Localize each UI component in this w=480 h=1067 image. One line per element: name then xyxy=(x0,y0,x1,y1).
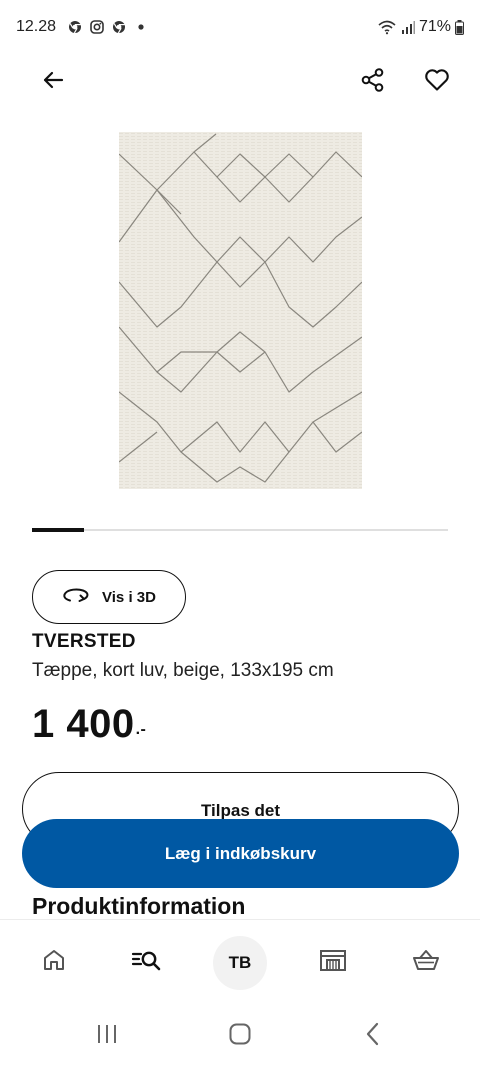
status-right: 71% xyxy=(377,18,464,36)
home-button-icon xyxy=(228,1022,252,1051)
chrome-icon xyxy=(67,20,82,35)
image-carousel-progress xyxy=(32,528,448,532)
instagram-icon xyxy=(89,20,104,35)
carousel-progress-fill xyxy=(32,528,84,532)
rug-image xyxy=(119,132,362,489)
nav-profile[interactable]: TB xyxy=(212,935,268,991)
system-navigation-bar xyxy=(0,1005,480,1067)
basket-icon xyxy=(411,947,441,978)
product-description: Tæppe, kort luv, beige, 133x195 cm xyxy=(32,660,334,681)
status-left: 12.28 xyxy=(16,18,148,36)
nav-stores[interactable] xyxy=(305,935,361,991)
status-bar: 12.28 71% xyxy=(0,0,480,54)
share-button[interactable] xyxy=(349,56,397,108)
product-price: 1 400.- xyxy=(32,700,146,748)
price-main: 1 400 xyxy=(32,702,135,746)
top-app-bar xyxy=(0,56,480,108)
price-decimal: .- xyxy=(135,721,147,738)
notification-dot-icon xyxy=(133,20,148,35)
back-system-button[interactable] xyxy=(343,1011,403,1061)
home-icon xyxy=(41,947,67,978)
rotate-3d-icon xyxy=(62,584,90,610)
bottom-navigation: TB xyxy=(0,919,480,1005)
heart-icon xyxy=(424,68,450,97)
store-icon xyxy=(318,947,348,978)
product-name: TVERSTED xyxy=(32,631,136,652)
search-icon xyxy=(131,947,163,978)
battery-icon xyxy=(455,19,464,35)
avatar: TB xyxy=(212,935,267,990)
avatar-initials: TB xyxy=(228,952,252,972)
product-image[interactable] xyxy=(119,132,362,489)
recent-apps-icon xyxy=(95,1023,119,1050)
home-system-button[interactable] xyxy=(210,1011,270,1061)
signal-icon xyxy=(401,20,415,35)
nav-home[interactable] xyxy=(26,935,82,991)
view-3d-label: Vis i 3D xyxy=(102,588,156,606)
back-button[interactable] xyxy=(29,56,77,108)
add-to-cart-label: Læg i indkøbskurv xyxy=(164,843,317,863)
recent-apps-button[interactable] xyxy=(77,1011,137,1061)
chrome-icon xyxy=(111,20,126,35)
product-info-heading[interactable]: Produktinformation xyxy=(32,893,245,920)
wifi-icon xyxy=(377,20,397,35)
battery-percent: 71% xyxy=(418,18,451,35)
back-icon xyxy=(365,1021,381,1052)
status-time: 12.28 xyxy=(16,18,57,35)
add-to-cart-button[interactable]: Læg i indkøbskurv xyxy=(22,819,459,888)
view-3d-button[interactable]: Vis i 3D xyxy=(32,570,186,624)
nav-basket[interactable] xyxy=(398,935,454,991)
nav-search[interactable] xyxy=(119,935,175,991)
share-icon xyxy=(360,67,386,98)
favorite-button[interactable] xyxy=(413,56,461,108)
arrow-left-icon xyxy=(41,68,65,97)
